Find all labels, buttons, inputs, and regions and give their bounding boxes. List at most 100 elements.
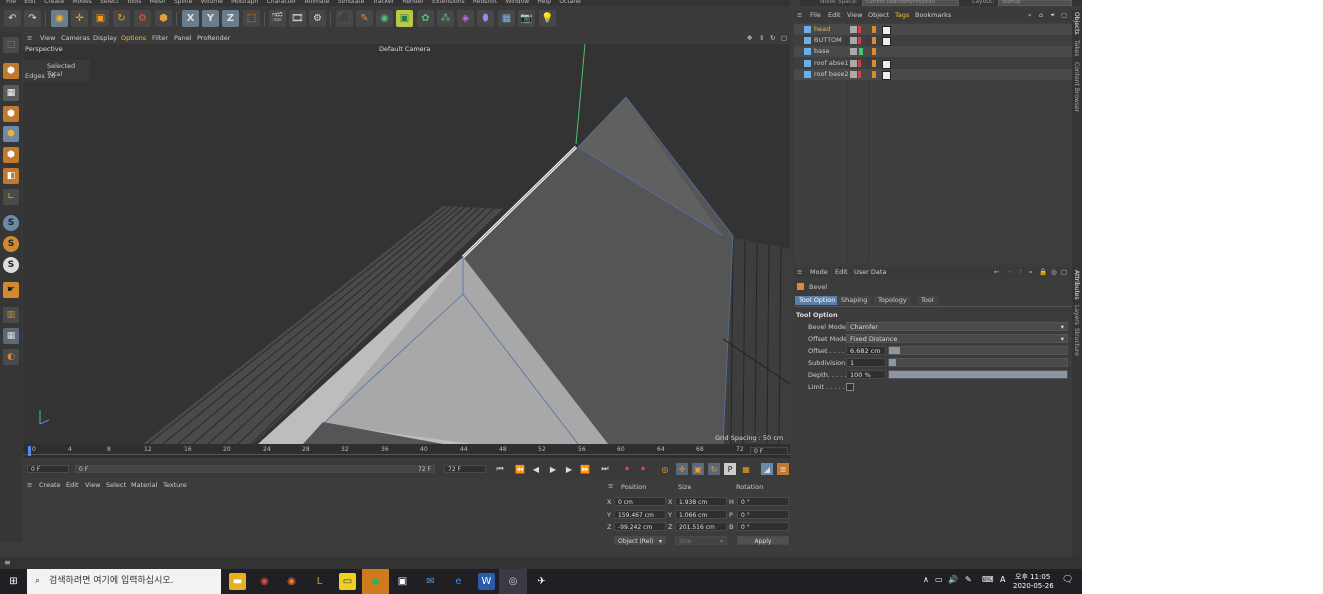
kakaotalk-button[interactable]: ▭ xyxy=(339,573,356,590)
side-tab-attributes[interactable]: Attributes xyxy=(1073,270,1080,300)
texture-mode-button[interactable]: ▦ xyxy=(3,85,19,101)
side-tab-objects[interactable]: Objects xyxy=(1073,12,1080,35)
rot-p-field[interactable]: 0 ° xyxy=(737,510,789,519)
edges-mode-button[interactable]: ⬢ xyxy=(3,126,19,142)
attr-new-view-icon[interactable]: ▢ xyxy=(1061,267,1067,278)
key-rotation-button[interactable]: ↻ xyxy=(708,463,720,475)
lock-x-axis-button[interactable]: X xyxy=(182,10,199,27)
object-menu-icon[interactable]: ≡ xyxy=(797,10,802,21)
file-explorer-button[interactable]: ▬ xyxy=(229,573,246,590)
cube-primitive-button[interactable]: ⬛ xyxy=(336,10,353,27)
viewport-maximize-icon[interactable]: ▢ xyxy=(781,33,787,43)
visibility-checkbox-icon[interactable] xyxy=(850,26,857,33)
pen-tray-icon[interactable]: ✎ xyxy=(965,575,972,584)
offset-field[interactable]: 6.682 cm xyxy=(846,346,886,355)
viewport-menu-filter[interactable]: Filter xyxy=(152,33,168,43)
world-coordinate-button[interactable]: ⬚ xyxy=(243,10,260,27)
viewport-menu-display[interactable]: Display xyxy=(93,33,117,43)
up-arrow-icon[interactable]: ↑ xyxy=(1018,267,1023,278)
floor-button[interactable]: ▦ xyxy=(498,10,515,27)
visibility-dots-icon[interactable] xyxy=(858,37,861,44)
network-icon[interactable]: ▭ xyxy=(935,575,943,584)
tab-topology[interactable]: Topology xyxy=(874,296,911,305)
spotify-button[interactable]: ◉ xyxy=(362,569,389,594)
keyboard-icon[interactable]: ⌨ xyxy=(982,575,994,584)
depth-slider[interactable] xyxy=(888,370,1068,379)
play-button[interactable]: ▶ xyxy=(547,463,559,475)
snap-button[interactable]: S xyxy=(3,215,19,231)
clock-date[interactable]: 2020-05-26 xyxy=(1013,582,1054,590)
attribute-menu-icon[interactable]: ≡ xyxy=(797,267,802,278)
lock-y-axis-button[interactable]: Y xyxy=(202,10,219,27)
timeline-menu-button[interactable]: ≣ xyxy=(777,463,789,475)
mail-button[interactable]: ✉ xyxy=(422,573,439,590)
object-home-icon[interactable]: ⌂ xyxy=(1039,10,1043,21)
ime-indicator[interactable]: A xyxy=(1000,575,1005,584)
tab-tool[interactable]: Tool xyxy=(917,296,938,305)
viewport-zoom-icon[interactable]: ⇕ xyxy=(759,33,764,43)
viewport-menu-cameras[interactable]: Cameras xyxy=(61,33,90,43)
start-button[interactable]: ⊞ xyxy=(5,573,22,590)
viewport-rotate-icon[interactable]: ↻ xyxy=(770,33,775,43)
object-row-roof-abse1[interactable]: roof abse1 xyxy=(794,58,1072,69)
tray-chevron-icon[interactable]: ∧ xyxy=(923,575,929,584)
visibility-checkbox-icon[interactable] xyxy=(850,48,857,55)
deformer-button[interactable]: ⁂ xyxy=(437,10,454,27)
cinema4d-taskbar-button[interactable]: ◎ xyxy=(499,569,527,594)
app-taskbar-button[interactable]: ✈ xyxy=(533,573,550,590)
visibility-dots-icon[interactable] xyxy=(858,26,861,33)
subdivision-slider[interactable] xyxy=(888,358,1068,367)
material-menu-texture[interactable]: Texture xyxy=(163,480,187,490)
playhead[interactable] xyxy=(28,446,31,456)
tab-shaping[interactable]: Shaping xyxy=(837,296,872,305)
offset-slider[interactable] xyxy=(888,346,1068,355)
redo-button[interactable]: ↷ xyxy=(24,10,41,27)
menu-help[interactable]: Help xyxy=(537,0,551,5)
phong-tag-icon[interactable] xyxy=(872,37,876,44)
lock-icon[interactable]: 🔒 xyxy=(1039,267,1047,278)
word-button[interactable]: W xyxy=(478,573,495,590)
menu-spline[interactable]: Spline xyxy=(174,0,192,5)
object-menu-view[interactable]: View xyxy=(847,10,862,21)
attr-target-icon[interactable]: ◎ xyxy=(1051,267,1057,278)
current-frame-field[interactable]: 0 F xyxy=(27,465,69,473)
menu-create[interactable]: Create xyxy=(44,0,64,5)
store-button[interactable]: ▣ xyxy=(394,573,411,590)
object-new-view-icon[interactable]: ▢ xyxy=(1061,10,1067,21)
size-x-field[interactable]: 1.938 cm xyxy=(675,497,727,506)
side-tab-takes[interactable]: Takes xyxy=(1073,40,1080,56)
menu-mograph[interactable]: MoGraph xyxy=(231,0,258,5)
tweak-mode-button[interactable]: ☛ xyxy=(3,282,19,298)
phong-tag-icon[interactable] xyxy=(872,71,876,78)
firefox-button[interactable]: ◉ xyxy=(283,573,300,590)
node-space-dropdown[interactable]: Current (Standard/Physical) xyxy=(862,0,959,6)
snap-workplane-button[interactable]: S xyxy=(3,257,19,273)
3d-viewport[interactable]: Perspective Default Camera Selected Tota… xyxy=(23,44,790,444)
key-pla-button[interactable]: ▦ xyxy=(740,463,752,475)
texture-tag-icon[interactable] xyxy=(882,60,891,69)
size-mode-dropdown[interactable]: Size ▾ xyxy=(675,536,727,545)
menu-character[interactable]: Character xyxy=(267,0,297,5)
material-menu-icon[interactable]: ≡ xyxy=(27,480,32,490)
object-row-buttom[interactable]: BUTTOM xyxy=(794,35,1072,46)
phong-tag-icon[interactable] xyxy=(872,48,876,55)
volume-icon[interactable]: 🔊 xyxy=(948,575,958,584)
goto-prev-key-button[interactable]: ⏪ xyxy=(514,463,526,475)
light-button[interactable]: 💡 xyxy=(539,10,556,27)
menu-file[interactable]: File xyxy=(6,0,16,5)
workplane-button[interactable]: ▥ xyxy=(3,307,19,323)
max-frame-field[interactable]: 72 F xyxy=(444,465,486,473)
object-row-roof-base2[interactable]: roof base2 xyxy=(794,69,1072,80)
visibility-checkbox-icon[interactable] xyxy=(850,71,857,78)
move-button[interactable]: ✛ xyxy=(71,10,88,27)
object-menu-object[interactable]: Object xyxy=(868,10,889,21)
camera-button[interactable]: 📷 xyxy=(518,10,535,27)
viewport-menu-view[interactable]: View xyxy=(40,33,55,43)
object-search-icon[interactable]: ⌕ xyxy=(1028,10,1032,21)
status-menu-icon[interactable]: ≡ xyxy=(4,558,11,567)
viewport-menu-prorender[interactable]: ProRender xyxy=(197,33,230,43)
notification-icon[interactable]: 🗨 xyxy=(1062,575,1073,585)
grid-workplane-button[interactable]: ▦ xyxy=(3,328,19,344)
side-tab-layers[interactable]: Layers xyxy=(1073,305,1080,325)
preview-range-slider[interactable]: 0 F 72 F xyxy=(75,465,435,473)
